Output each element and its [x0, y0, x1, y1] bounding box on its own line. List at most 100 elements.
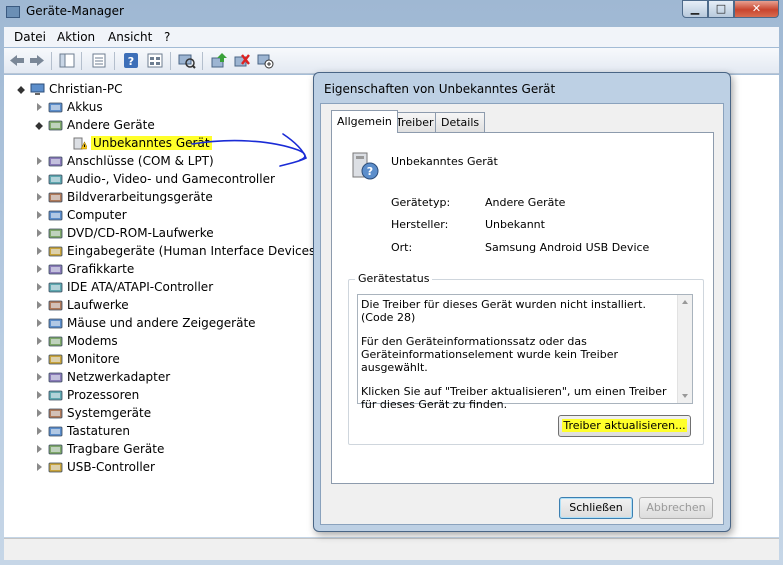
- other-devices-icon: [48, 120, 63, 131]
- tree-node-label: Anschlüsse (COM & LPT): [67, 154, 214, 168]
- audio-icon: [48, 174, 63, 185]
- collapsed-arrow-icon[interactable]: [37, 391, 42, 399]
- svg-text:?: ?: [128, 55, 134, 68]
- expanded-arrow-icon[interactable]: [17, 86, 25, 94]
- collapsed-arrow-icon[interactable]: [37, 229, 42, 237]
- scroll-up-icon[interactable]: [682, 300, 688, 304]
- collapsed-arrow-icon[interactable]: [37, 193, 42, 201]
- tree-node-label: Laufwerke: [67, 298, 129, 312]
- tree-node-label: Eingabegeräte (Human Interface Devices): [67, 244, 320, 258]
- tree-node-label: Systemgeräte: [67, 406, 152, 420]
- ide-icon: [48, 282, 63, 293]
- collapsed-arrow-icon[interactable]: [37, 409, 42, 417]
- status-scrollbar[interactable]: [677, 295, 692, 403]
- device-status-group: Gerätestatus Die Treiber für dieses Gerä…: [348, 272, 704, 445]
- collapsed-arrow-icon[interactable]: [37, 103, 42, 111]
- tree-node-label: Tastaturen: [67, 424, 130, 438]
- tree-node-label: USB-Controller: [67, 460, 155, 474]
- tree-node-label: Unbekanntes Gerät: [91, 136, 212, 150]
- keyboard-icon: [48, 426, 63, 437]
- device-type-value: Andere Geräte: [485, 196, 566, 209]
- unknown-device-warning-icon: [73, 137, 87, 150]
- menu-action[interactable]: Aktion: [57, 30, 95, 44]
- portable-device-icon: [48, 444, 63, 455]
- collapsed-arrow-icon[interactable]: [37, 175, 42, 183]
- menu-bar: Datei Aktion Ansicht ?: [4, 27, 779, 47]
- collapsed-arrow-icon[interactable]: [37, 373, 42, 381]
- unknown-device-icon: ?: [352, 152, 379, 180]
- toolbar-separator: [51, 52, 52, 70]
- usb-icon: [48, 462, 63, 473]
- dialog-title: Eigenschaften von Unbekanntes Gerät: [324, 82, 556, 96]
- view-icon[interactable]: [146, 52, 164, 69]
- properties-icon[interactable]: [90, 52, 108, 69]
- update-driver-label: Treiber aktualisieren...: [562, 419, 687, 432]
- device-status-label: Gerätestatus: [355, 272, 433, 285]
- tree-node-label: Tragbare Geräte: [67, 442, 165, 456]
- menu-view[interactable]: Ansicht: [108, 30, 152, 44]
- collapsed-arrow-icon[interactable]: [37, 337, 42, 345]
- menu-file[interactable]: Datei: [14, 30, 46, 44]
- show-hide-console-tree-icon[interactable]: [58, 52, 76, 69]
- network-icon: [48, 372, 63, 383]
- properties-dialog: Eigenschaften von Unbekanntes Gerät Allg…: [313, 72, 731, 532]
- scan-hardware-icon[interactable]: [178, 52, 196, 69]
- device-status-text[interactable]: Die Treiber für dieses Gerät wurden nich…: [357, 294, 693, 411]
- tab-general[interactable]: Allgemein: [331, 110, 398, 133]
- disk-icon: [48, 300, 63, 311]
- device-name: Unbekanntes Gerät: [391, 155, 498, 168]
- forward-icon[interactable]: [28, 52, 46, 69]
- general-tab-panel: ? Unbekanntes Gerät Gerätetyp: Andere Ge…: [331, 132, 714, 484]
- tree-node-label: Grafikkarte: [67, 262, 135, 276]
- collapsed-arrow-icon[interactable]: [37, 157, 42, 165]
- disable-device-icon[interactable]: [256, 52, 274, 69]
- collapsed-arrow-icon[interactable]: [37, 301, 42, 309]
- status-bar: [4, 538, 779, 560]
- collapsed-arrow-icon[interactable]: [37, 283, 42, 291]
- scroll-down-icon[interactable]: [682, 394, 688, 398]
- port-icon: [48, 156, 63, 167]
- close-button[interactable]: Schließen: [559, 497, 633, 519]
- menu-help[interactable]: ?: [164, 30, 170, 44]
- device-manager-app-icon: [6, 6, 20, 18]
- tab-details[interactable]: Details: [435, 112, 486, 132]
- update-driver-icon[interactable]: [210, 52, 228, 69]
- tree-node-label: Mäuse und andere Zeigegeräte: [67, 316, 256, 330]
- close-window-button[interactable]: ✕: [734, 0, 779, 18]
- cancel-button[interactable]: Abbrechen: [639, 497, 713, 519]
- manufacturer-value: Unbekannt: [485, 218, 545, 231]
- collapsed-arrow-icon[interactable]: [37, 463, 42, 471]
- status-paragraph: Die Treiber für dieses Gerät wurden nich…: [361, 298, 646, 324]
- tree-node-label: Andere Geräte: [67, 118, 155, 132]
- collapsed-arrow-icon[interactable]: [37, 355, 42, 363]
- tree-node-label: Netzwerkadapter: [67, 370, 171, 384]
- help-icon[interactable]: ?: [122, 52, 140, 69]
- collapsed-arrow-icon[interactable]: [37, 445, 42, 453]
- tree-node-label: Computer: [67, 208, 127, 222]
- tree-node-label: Monitore: [67, 352, 120, 366]
- collapsed-arrow-icon[interactable]: [37, 319, 42, 327]
- collapsed-arrow-icon[interactable]: [37, 247, 42, 255]
- tree-node-label: Akkus: [67, 100, 103, 114]
- collapsed-arrow-icon[interactable]: [37, 211, 42, 219]
- computer-icon: [30, 83, 45, 95]
- tree-node-label: Bildverarbeitungsgeräte: [67, 190, 213, 204]
- maximize-button[interactable]: □: [708, 0, 734, 18]
- expanded-arrow-icon[interactable]: [35, 122, 43, 130]
- back-icon[interactable]: [8, 52, 26, 69]
- location-label: Ort:: [391, 241, 413, 254]
- collapsed-arrow-icon[interactable]: [37, 265, 42, 273]
- collapsed-arrow-icon[interactable]: [37, 427, 42, 435]
- update-driver-button[interactable]: Treiber aktualisieren...: [558, 415, 691, 437]
- tree-node-label: Prozessoren: [67, 388, 140, 402]
- dialog-body: Allgemein Treiber Details ? Unbekanntes …: [320, 103, 724, 525]
- uninstall-icon[interactable]: [233, 52, 251, 69]
- modem-icon: [48, 336, 63, 347]
- tree-node-label: IDE ATA/ATAPI-Controller: [67, 280, 214, 294]
- svg-text:?: ?: [367, 165, 373, 178]
- tree-node-label: Audio-, Video- und Gamecontroller: [67, 172, 275, 186]
- system-icon: [48, 408, 63, 419]
- minimize-button[interactable]: ▁: [682, 0, 708, 18]
- title-bar: Geräte-Manager ▁ □ ✕: [0, 0, 783, 26]
- toolbar: ?: [4, 48, 779, 74]
